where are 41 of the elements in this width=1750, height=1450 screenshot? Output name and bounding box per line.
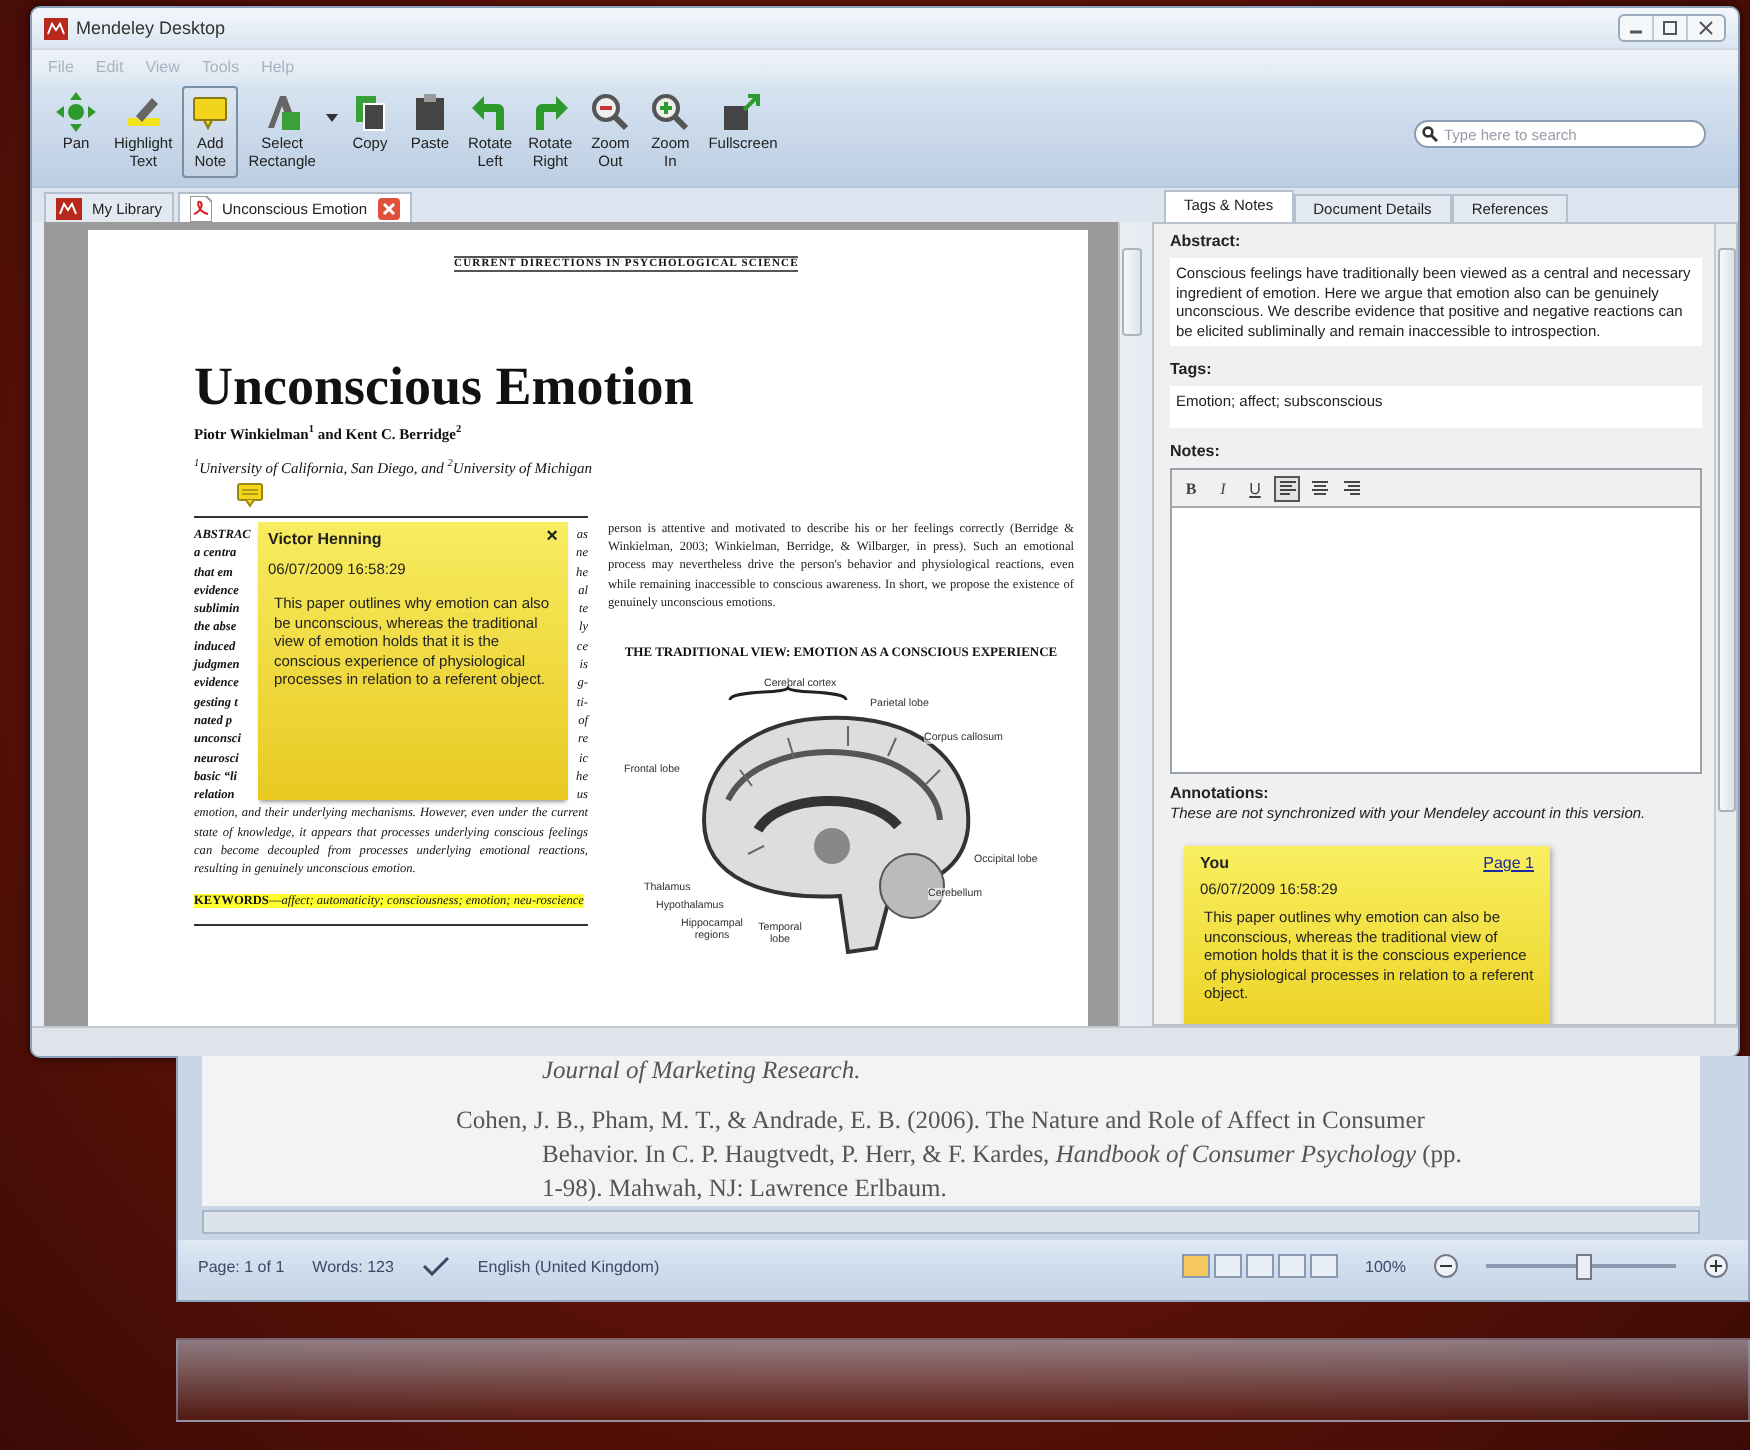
close-button[interactable]: × — [546, 530, 558, 548]
search-icon — [1422, 126, 1438, 142]
fullscreen-icon — [720, 90, 765, 134]
scrollbar[interactable] — [1714, 224, 1736, 1024]
close-icon[interactable] — [377, 197, 400, 219]
reference-text: Cohen, J. B., Pham, M. T., & Andrade, E. B. (2006). The Nature and Role of Affect in Consumer Behavior. In C. P. Haugtvedt, P. Herr, & F. Kardes, Handbook of Consumer Psychology (pp. 1-98). Mahwah, NJ: Lawrence Erlbaum. — [456, 1104, 1464, 1206]
article-title: Unconscious Emotion — [194, 356, 696, 416]
format-button[interactable]: B — [1178, 475, 1204, 501]
section-label: Abstract: — [1170, 232, 1243, 250]
align-left-icon[interactable] — [1274, 475, 1300, 501]
note-author: Victor Henning — [268, 530, 382, 548]
language-label[interactable]: English (United Kingdom) — [477, 1257, 660, 1275]
scrollbar[interactable] — [1118, 222, 1142, 1026]
zoom-in-icon — [648, 90, 693, 134]
page-link[interactable]: Page 1 — [1483, 854, 1534, 872]
note-marker-icon[interactable] — [236, 482, 264, 508]
page-count: Page: 1 of 1 — [198, 1257, 285, 1275]
bracket-drawing — [728, 686, 848, 703]
library-icon — [56, 197, 82, 219]
app-logo-icon — [44, 17, 68, 39]
section-label: Annotations: — [1170, 784, 1271, 802]
align-right-icon[interactable] — [1338, 475, 1364, 501]
caret-icon[interactable] — [325, 114, 338, 122]
align-center-icon[interactable] — [1306, 475, 1332, 501]
scrollbar[interactable] — [202, 1210, 1700, 1234]
slider-thumb[interactable] — [1575, 1253, 1591, 1279]
format-button[interactable]: U — [1242, 475, 1268, 501]
reference-text: Journal of Marketing Research. — [542, 1056, 863, 1084]
annotation-author: You — [1200, 854, 1230, 872]
zoom-out-icon[interactable] — [1434, 1254, 1458, 1278]
notes-editor[interactable]: B I U — [1170, 468, 1702, 774]
zoom-in-icon[interactable] — [1704, 1254, 1728, 1278]
zoom-level[interactable]: 100% — [1365, 1257, 1406, 1275]
window-title: Mendeley Desktop — [76, 18, 226, 38]
section-label: Notes: — [1170, 442, 1222, 460]
zoom-out-icon — [588, 90, 633, 134]
format-button[interactable]: I — [1210, 475, 1236, 501]
word-count: Words: 123 — [312, 1257, 394, 1275]
move-arrows-icon — [54, 90, 98, 134]
section-label: Tags: — [1170, 360, 1214, 378]
proofing-check-icon[interactable] — [421, 1256, 450, 1276]
